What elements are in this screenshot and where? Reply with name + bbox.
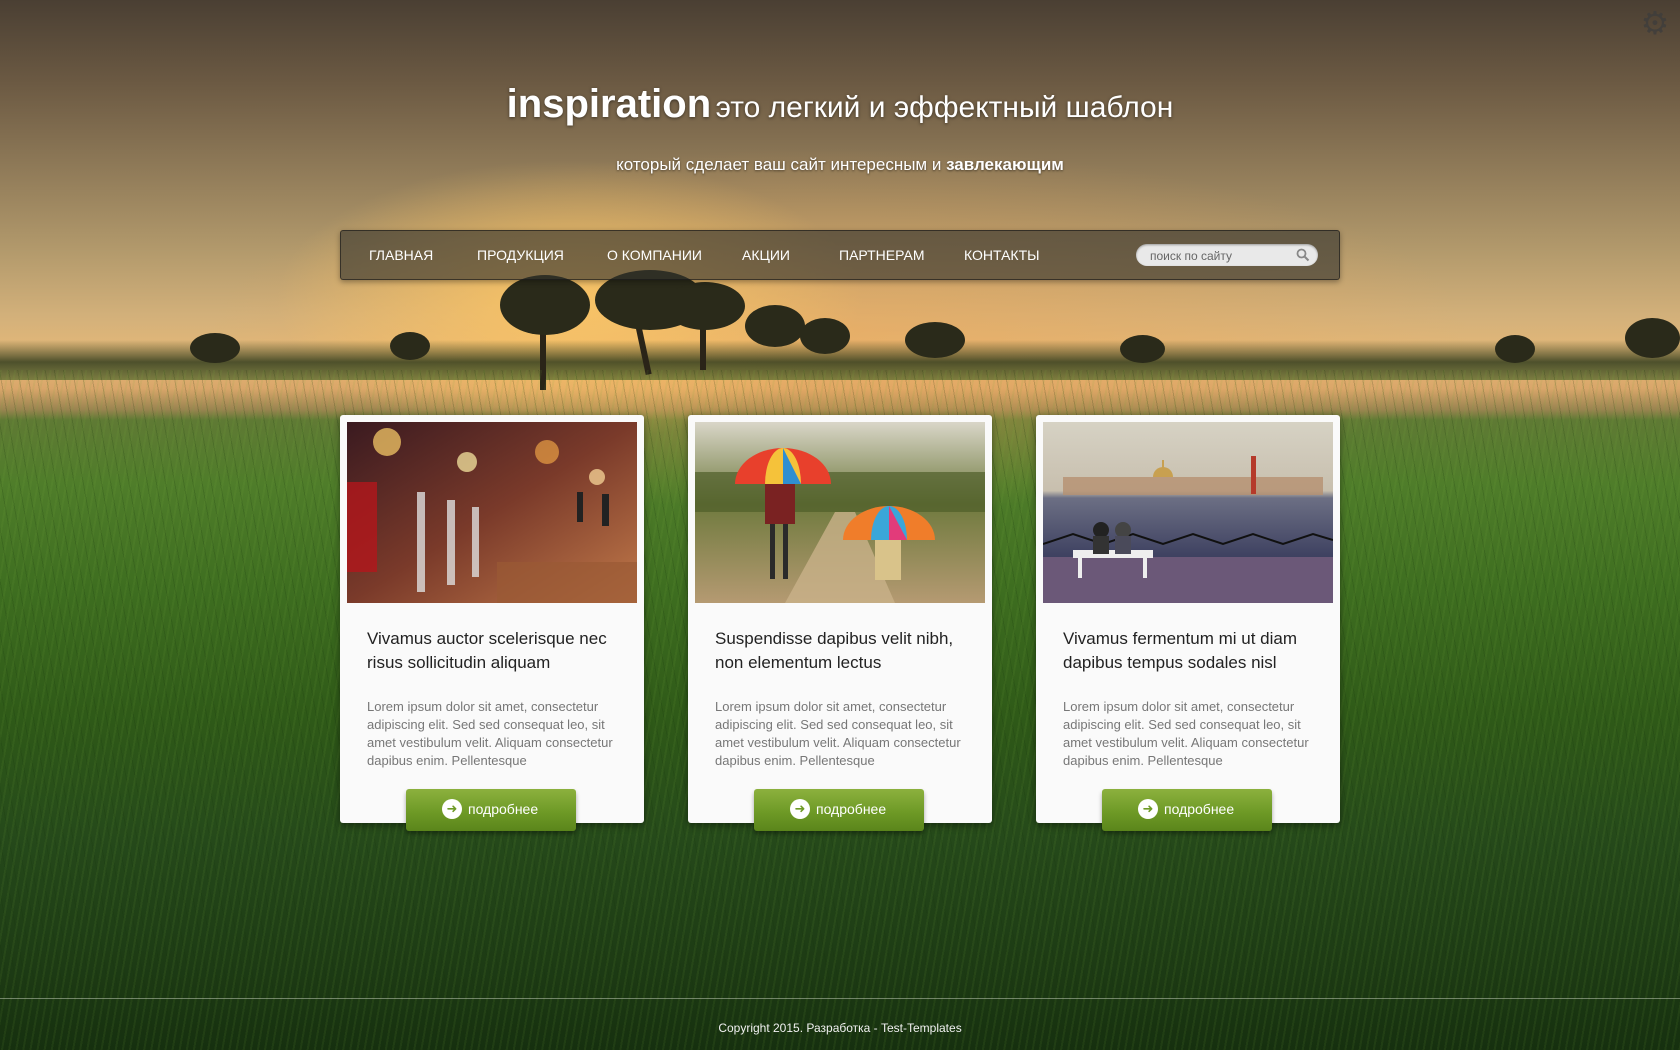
more-button-label: подробнее — [468, 801, 539, 817]
more-button[interactable]: ➜ подробнее — [754, 789, 924, 831]
card-text: Lorem ipsum dolor sit amet, consectetur … — [1063, 699, 1309, 768]
feature-card: Vivamus auctor scelerisque nec risus sol… — [340, 415, 644, 831]
more-button[interactable]: ➜ подробнее — [1102, 789, 1272, 831]
card-text: Lorem ipsum dolor sit amet, consectetur … — [367, 699, 613, 768]
arrow-right-icon: ➜ — [1138, 799, 1158, 819]
footer-divider — [0, 998, 1680, 999]
subtitle-bold: завлекающим — [946, 155, 1064, 174]
card-title: Vivamus auctor scelerisque nec risus sol… — [367, 629, 607, 672]
city-embankment-photo — [1043, 422, 1333, 603]
main-nav: ГЛАВНАЯ ПРОДУКЦИЯ О КОМПАНИИ АКЦИИ ПАРТН… — [340, 230, 1340, 280]
search-input[interactable] — [1148, 246, 1292, 266]
site-search — [1136, 244, 1318, 266]
arrow-right-icon: ➜ — [790, 799, 810, 819]
search-icon[interactable] — [1296, 248, 1310, 262]
page-headline: inspiration это легкий и эффектный шабло… — [0, 82, 1680, 127]
nav-item-home[interactable]: ГЛАВНАЯ — [369, 231, 433, 279]
subtitle-text: который сделает ваш сайт интересным и — [616, 155, 942, 174]
nav-item-about[interactable]: О КОМПАНИИ — [607, 231, 702, 279]
brand-name: inspiration — [506, 82, 712, 126]
gear-icon[interactable]: ⚙ — [1640, 7, 1670, 39]
arrow-right-icon: ➜ — [442, 799, 462, 819]
card-title: Vivamus fermentum mi ut diam dapibus tem… — [1063, 629, 1297, 672]
nav-item-contacts[interactable]: КОНТАКТЫ — [964, 231, 1040, 279]
page-subtitle: который сделает ваш сайт интересным и за… — [0, 155, 1680, 175]
umbrellas-photo — [695, 422, 985, 603]
nav-item-products[interactable]: ПРОДУКЦИЯ — [477, 231, 564, 279]
more-button-label: подробнее — [1164, 801, 1235, 817]
feature-card: Suspendisse dapibus velit nibh, non elem… — [688, 415, 992, 831]
feature-card: Vivamus fermentum mi ut diam dapibus tem… — [1036, 415, 1340, 831]
headline-tagline: это легкий и эффектный шаблон — [715, 91, 1174, 124]
more-button[interactable]: ➜ подробнее — [406, 789, 576, 831]
nav-item-partners[interactable]: ПАРТНЕРАМ — [839, 231, 925, 279]
footer-copyright: Copyright 2015. Разработка - Test-Templa… — [718, 1021, 962, 1035]
more-button-label: подробнее — [816, 801, 887, 817]
card-text: Lorem ipsum dolor sit amet, consectetur … — [715, 699, 961, 768]
night-street-photo — [347, 422, 637, 603]
card-title: Suspendisse dapibus velit nibh, non elem… — [715, 629, 954, 672]
nav-item-promotions[interactable]: АКЦИИ — [742, 231, 790, 279]
